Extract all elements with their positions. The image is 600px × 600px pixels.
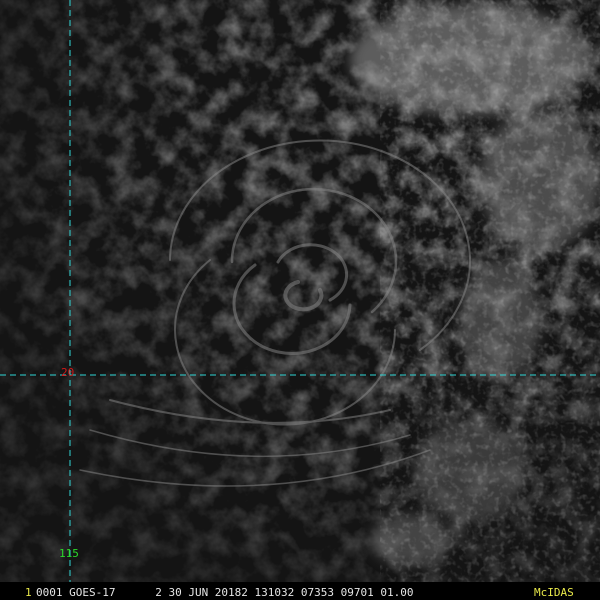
mcidas-brand: McIDAS <box>534 586 574 599</box>
image-info-text: 0001 GOES-17 2 30 JUN 20182 131032 07353… <box>36 586 414 599</box>
latitude-label: 20 <box>61 366 75 379</box>
satellite-image <box>0 0 600 600</box>
longitude-label: 115 <box>59 547 79 560</box>
frame-number: 1 <box>25 586 32 599</box>
cumulus-texture <box>380 0 600 600</box>
